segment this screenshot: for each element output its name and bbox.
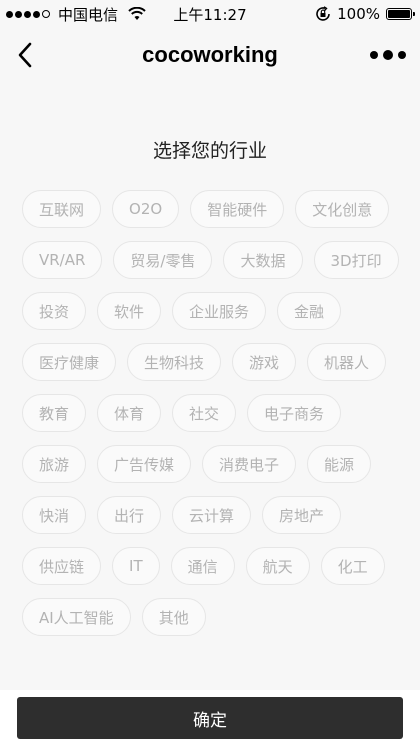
industry-tag[interactable]: 游戏 [232,343,297,381]
industry-tag[interactable]: 广告传媒 [97,445,192,483]
signal-dot [33,10,40,18]
industry-tag[interactable]: 机器人 [307,343,387,381]
industry-tag[interactable]: 生物科技 [127,343,222,381]
industry-tag[interactable]: 投资 [22,292,87,330]
more-dot [383,50,393,60]
industry-tag[interactable]: 通信 [170,547,235,585]
nav-bar: cocoworking [0,28,420,82]
industry-tag[interactable]: 其他 [141,598,206,636]
back-button[interactable] [10,40,40,70]
orientation-lock-icon [316,6,330,21]
industry-tag[interactable]: 贸易/零售 [113,241,213,279]
more-dot [370,51,378,59]
status-left: 中国电信 [0,4,146,25]
industry-tag-list: 互联网 O2O 智能硬件 文化创意 VR/AR 贸易/零售 大数据 3D打印投资 软件 企业服务金… [22,190,402,636]
signal-dot-empty [42,10,50,18]
confirm-button[interactable]: 确定 [17,697,403,739]
wifi-icon [128,7,146,20]
status-right: 100% [315,5,420,23]
industry-tag[interactable]: 软件 [97,292,162,330]
signal-dot [24,10,31,18]
nav-title: cocoworking [142,42,278,67]
battery-level [388,10,410,18]
industry-tag[interactable]: 大数据 [223,241,303,279]
industry-tag[interactable]: 供应链 [22,547,102,585]
industry-tag[interactable]: 互联网 [22,190,102,228]
industry-tag[interactable]: AI人工智能 [22,598,131,636]
carrier-name: 中国电信 [58,5,119,24]
industry-tag[interactable]: 社交 [172,394,237,432]
industry-tag[interactable]: 能源 [307,445,372,483]
industry-tag[interactable]: 房地产 [262,496,342,534]
industry-tag[interactable]: VR/AR [22,241,103,279]
signal-strength-icon [6,10,50,18]
industry-tag[interactable]: 企业服务 [172,292,267,330]
status-time: 上午11:27 [173,5,247,24]
status-bar: 中国电信 上午11:27 100% [0,0,420,28]
signal-dot [6,10,13,18]
industry-tag[interactable]: 云计算 [172,496,252,534]
industry-tag[interactable]: O2O [112,190,180,228]
industry-tag[interactable]: 电子商务 [247,394,342,432]
more-dot [398,51,406,59]
chevron-left-icon [18,42,32,68]
industry-tag[interactable]: IT [112,547,160,585]
industry-tag[interactable]: 3D打印 [313,241,399,279]
industry-tag[interactable]: 文化创意 [295,190,390,228]
industry-tag[interactable]: 教育 [22,394,87,432]
industry-tag[interactable]: 快消 [22,496,87,534]
battery-icon [386,8,415,20]
bottom-bar: 确定 [0,690,420,746]
industry-tag[interactable]: 旅游 [22,445,87,483]
industry-tag[interactable]: 化工 [320,547,385,585]
industry-tag[interactable]: 金融 [277,292,342,330]
industry-tag[interactable]: 体育 [97,394,162,432]
industry-tag[interactable]: 出行 [97,496,162,534]
industry-tag[interactable]: 智能硬件 [190,190,285,228]
industry-tag[interactable]: 航天 [245,547,310,585]
battery-percent: 100% [337,5,380,23]
industry-tag[interactable]: 消费电子 [202,445,297,483]
page-heading: 选择您的行业 [152,140,267,162]
industry-tag[interactable]: 医疗健康 [22,343,117,381]
signal-dot [15,10,22,18]
more-button[interactable] [370,46,406,64]
